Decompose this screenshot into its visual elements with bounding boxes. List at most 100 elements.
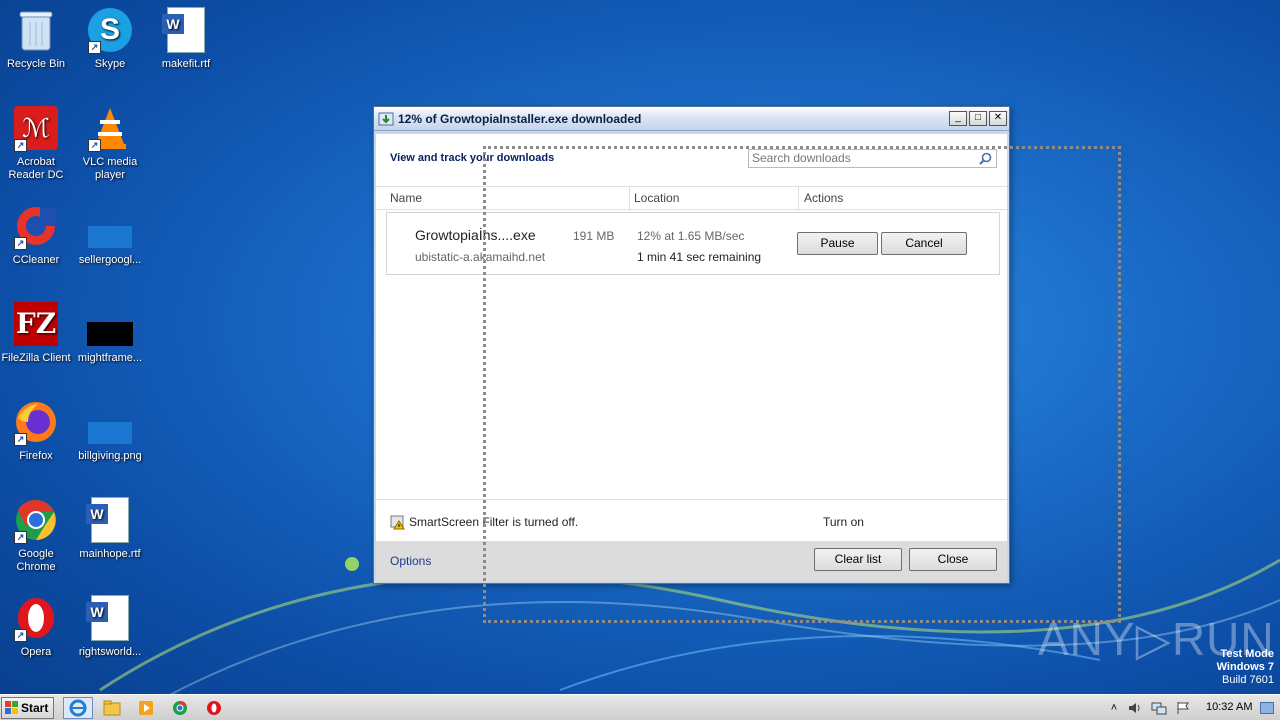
show-desktop-button[interactable] bbox=[1258, 698, 1276, 718]
taskbar-opera-button[interactable] bbox=[203, 698, 225, 718]
taskbar-ie-button[interactable] bbox=[63, 697, 93, 719]
chevron-up-icon: ˄ bbox=[1110, 702, 1118, 714]
desktop-icon-mightframe[interactable]: mightframe... bbox=[72, 300, 148, 365]
window-content: View and track your downloads Search dow… bbox=[376, 134, 1007, 581]
desktop-icon-sellergoogl[interactable]: sellergoogl... bbox=[72, 202, 148, 267]
desktop-icon-label: makefit.rtf bbox=[161, 58, 211, 70]
desktop-icon-makefit[interactable]: W makefit.rtf bbox=[148, 6, 224, 71]
recycle-bin-icon bbox=[12, 6, 60, 54]
column-divider bbox=[798, 187, 799, 211]
maximize-button[interactable]: □ bbox=[969, 111, 987, 126]
filezilla-icon: FZ bbox=[12, 300, 60, 348]
word-document-icon: W bbox=[86, 594, 134, 642]
firefox-icon: ↗ bbox=[12, 398, 60, 446]
shortcut-arrow-icon: ↗ bbox=[14, 629, 27, 642]
options-link[interactable]: Options bbox=[390, 554, 431, 568]
column-headers: Name Location Actions bbox=[376, 186, 1007, 211]
desktop-icon-label: mightframe... bbox=[77, 352, 143, 364]
desktop-icon-label: mainhope.rtf bbox=[79, 548, 141, 560]
title-bar[interactable]: 12% of GrowtopiaInstaller.exe downloaded… bbox=[374, 107, 1009, 131]
shortcut-arrow-icon: ↗ bbox=[88, 41, 101, 54]
taskbar-chrome-button[interactable] bbox=[169, 698, 191, 718]
word-document-icon: W bbox=[162, 6, 210, 54]
shortcut-arrow-icon: ↗ bbox=[14, 139, 27, 152]
column-divider bbox=[629, 187, 630, 211]
desktop-icon-label: VLC media player bbox=[82, 156, 138, 181]
desktop-icon-rightsworld[interactable]: W rightsworld... bbox=[72, 594, 148, 659]
windows-flower-icon bbox=[345, 557, 359, 571]
test-mode-line3: Build 7601 bbox=[1222, 674, 1274, 686]
action-center-flag-icon[interactable] bbox=[1174, 698, 1192, 718]
desktop-icon-firefox[interactable]: ↗ Firefox bbox=[0, 398, 74, 463]
acrobat-icon: ℳ ↗ bbox=[12, 104, 60, 152]
page-heading: View and track your downloads bbox=[390, 152, 555, 164]
column-name[interactable]: Name bbox=[390, 191, 422, 205]
search-placeholder: Search downloads bbox=[752, 151, 851, 165]
desktop-icon-label: Acrobat Reader DC bbox=[8, 156, 64, 181]
test-mode-line1: Test Mode bbox=[1220, 648, 1274, 660]
close-button[interactable]: Close bbox=[909, 548, 997, 571]
close-window-button[interactable]: ✕ bbox=[989, 111, 1007, 126]
desktop-icon-label: CCleaner bbox=[12, 254, 60, 266]
column-location[interactable]: Location bbox=[634, 191, 679, 205]
desktop-icon-mainhope[interactable]: W mainhope.rtf bbox=[72, 496, 148, 561]
download-manager-window: 12% of GrowtopiaInstaller.exe downloaded… bbox=[373, 106, 1010, 584]
start-button[interactable]: Start bbox=[1, 697, 54, 719]
opera-icon: ↗ bbox=[12, 594, 60, 642]
ccleaner-icon: ↗ bbox=[12, 202, 60, 250]
desktop-icon-label: Firefox bbox=[19, 450, 53, 462]
download-time-remaining: 1 min 41 sec remaining bbox=[637, 250, 762, 264]
vlc-icon: ↗ bbox=[86, 104, 134, 152]
chrome-icon bbox=[173, 700, 187, 715]
network-icon[interactable] bbox=[1150, 698, 1168, 718]
desktop-icon-recycle-bin[interactable]: Recycle Bin bbox=[0, 6, 74, 71]
header-bar: View and track your downloads Search dow… bbox=[376, 134, 1007, 184]
media-player-icon bbox=[139, 701, 153, 715]
desktop-icon-label: Recycle Bin bbox=[6, 58, 66, 70]
search-icon[interactable] bbox=[979, 152, 992, 165]
ie-download-icon bbox=[378, 112, 394, 125]
shortcut-arrow-icon: ↗ bbox=[14, 237, 27, 250]
download-size: 191 MB bbox=[573, 229, 615, 243]
desktop-icon-label: sellergoogl... bbox=[78, 254, 142, 266]
download-progress: 12% at 1.65 MB/sec bbox=[637, 229, 745, 243]
clock[interactable]: 10:32 AM bbox=[1206, 701, 1252, 713]
minimize-button[interactable]: _ bbox=[949, 111, 967, 126]
desktop-icon-label: Google Chrome bbox=[16, 548, 56, 573]
download-row[interactable]: Growtopiaİns....exe 191 MB ubistatic-a.a… bbox=[386, 212, 1000, 275]
search-input[interactable]: Search downloads bbox=[748, 149, 997, 168]
desktop-icon-label: billgiving.png bbox=[78, 450, 142, 462]
turn-on-link[interactable]: Turn on bbox=[823, 515, 864, 529]
desktop-icon-acrobat[interactable]: ℳ ↗ Acrobat Reader DC bbox=[0, 104, 74, 182]
test-mode-line2: Windows 7 bbox=[1216, 661, 1274, 673]
window-footer: Options Clear list Close bbox=[376, 541, 1007, 581]
image-file-icon bbox=[86, 300, 134, 348]
desktop-icon-opera[interactable]: ↗ Opera bbox=[0, 594, 74, 659]
desktop-icon-billgiving[interactable]: billgiving.png bbox=[72, 398, 148, 463]
desktop-icon-chrome[interactable]: ↗ Google Chrome bbox=[0, 496, 74, 574]
desktop-icon-ccleaner[interactable]: ↗ CCleaner bbox=[0, 202, 74, 267]
desktop-icon-skype[interactable]: S ↗ Skype bbox=[72, 6, 148, 71]
taskbar-media-player-button[interactable] bbox=[135, 698, 157, 718]
desktop-icon-vlc[interactable]: ↗ VLC media player bbox=[72, 104, 148, 182]
windows-logo-icon bbox=[5, 701, 18, 714]
internet-explorer-icon bbox=[69, 699, 87, 717]
smartscreen-status: SmartScreen Filter is turned off. bbox=[409, 515, 579, 529]
taskbar-explorer-button[interactable] bbox=[101, 698, 123, 718]
volume-icon[interactable] bbox=[1126, 698, 1144, 718]
test-mode-notice: Test Mode Windows 7 Build 7601 bbox=[1217, 648, 1274, 687]
desktop-icon-filezilla[interactable]: FZ FileZilla Client bbox=[0, 300, 74, 365]
folder-icon bbox=[103, 700, 121, 716]
shortcut-arrow-icon: ↗ bbox=[14, 531, 27, 544]
cancel-button[interactable]: Cancel bbox=[881, 232, 967, 255]
show-hidden-icons-button[interactable]: ˄ bbox=[1106, 698, 1122, 718]
pause-button[interactable]: Pause bbox=[797, 232, 878, 255]
desktop-icon-label: FileZilla Client bbox=[1, 352, 71, 364]
download-source: ubistatic-a.akamaihd.net bbox=[415, 250, 546, 264]
image-file-icon bbox=[86, 398, 134, 446]
opera-icon bbox=[207, 701, 221, 715]
image-file-icon bbox=[86, 202, 134, 250]
clear-list-button[interactable]: Clear list bbox=[814, 548, 902, 571]
column-actions[interactable]: Actions bbox=[804, 191, 843, 205]
smartscreen-bar: SmartScreen Filter is turned off. Turn o… bbox=[376, 499, 1007, 543]
